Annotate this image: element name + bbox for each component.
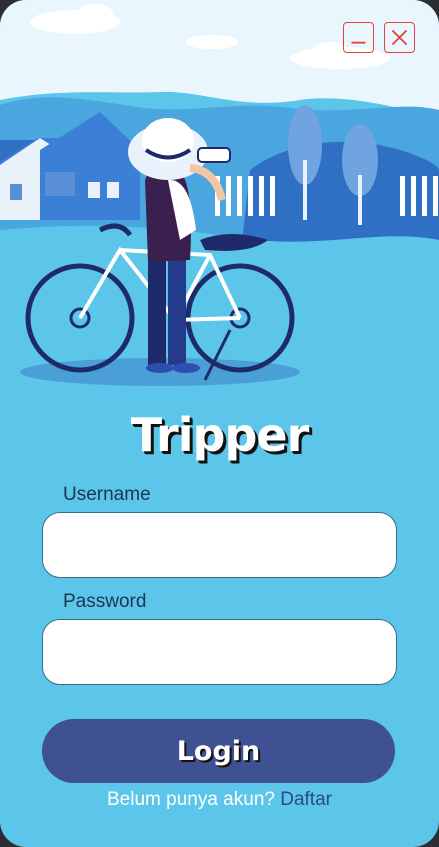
- app-title: Tripper: [130, 408, 310, 462]
- username-label: Username: [63, 484, 151, 505]
- username-input[interactable]: [42, 512, 397, 578]
- login-window: Tripper Username Password Login Belum pu…: [0, 0, 439, 847]
- close-icon: [391, 29, 408, 46]
- hero-illustration: [0, 0, 439, 410]
- login-button[interactable]: Login: [42, 719, 395, 783]
- minimize-icon: [351, 41, 366, 44]
- password-label: Password: [63, 591, 147, 612]
- close-button[interactable]: [384, 22, 415, 53]
- signup-prompt-text: Belum punya akun?: [107, 789, 275, 810]
- minimize-button[interactable]: [343, 22, 374, 53]
- password-input[interactable]: [42, 619, 397, 685]
- signup-prompt: Belum punya akun? Daftar: [0, 789, 439, 811]
- signup-link[interactable]: Daftar: [280, 789, 332, 810]
